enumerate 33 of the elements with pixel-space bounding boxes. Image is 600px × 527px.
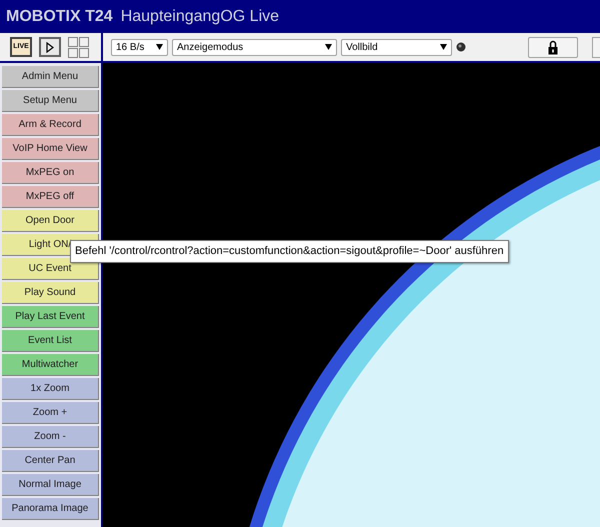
caret-icon [440,44,447,50]
status-led-icon [456,42,466,52]
sidebar-button[interactable]: MxPEG off [2,186,99,208]
tooltip: Befehl '/control/rcontrol?action=customfunction&action=sigout&profile=~Door' ausführen [70,240,509,262]
sidebar-button[interactable]: Normal Image [2,474,99,496]
sidebar-button[interactable]: VoIP Home View [2,138,99,160]
lock-button[interactable] [528,36,578,58]
sidebar-button[interactable]: Event List [2,330,99,352]
sidebar-button[interactable]: Center Pan [2,450,99,472]
sidebar-button[interactable]: Zoom + [2,402,99,424]
lock-icon [548,40,558,54]
window-title: HaupteingangOG Live [120,6,280,26]
sidebar-button[interactable]: Arm & Record [2,114,99,136]
view-select[interactable]: Vollbild [341,38,452,56]
play-button[interactable] [39,37,61,57]
sidebar-button[interactable]: Open Door [2,210,99,232]
sidebar-button[interactable]: MxPEG on [2,162,99,184]
display-mode-select[interactable]: Anzeigemodus [172,38,337,56]
frame-rate-select[interactable]: 16 B/s [111,38,168,56]
sidebar-button[interactable]: 1x Zoom [2,378,99,400]
sidebar-button[interactable]: Admin Menu [2,66,99,88]
sidebar-button[interactable]: Play Sound [2,282,99,304]
sidebar-button[interactable]: Setup Menu [2,90,99,112]
sidebar-button[interactable]: Play Last Event [2,306,99,328]
grid-view-icon[interactable] [68,36,89,58]
brand-title: MOBOTIX T24 [6,6,113,26]
play-icon [46,42,54,52]
sidebar-button[interactable]: Zoom - [2,426,99,448]
sidebar-button[interactable]: Panorama Image [2,498,99,520]
caret-icon [325,44,332,50]
caret-icon [156,44,163,50]
sidebar-button[interactable]: Multiwatcher [2,354,99,376]
sidebar-button[interactable]: UC Event [2,258,99,280]
